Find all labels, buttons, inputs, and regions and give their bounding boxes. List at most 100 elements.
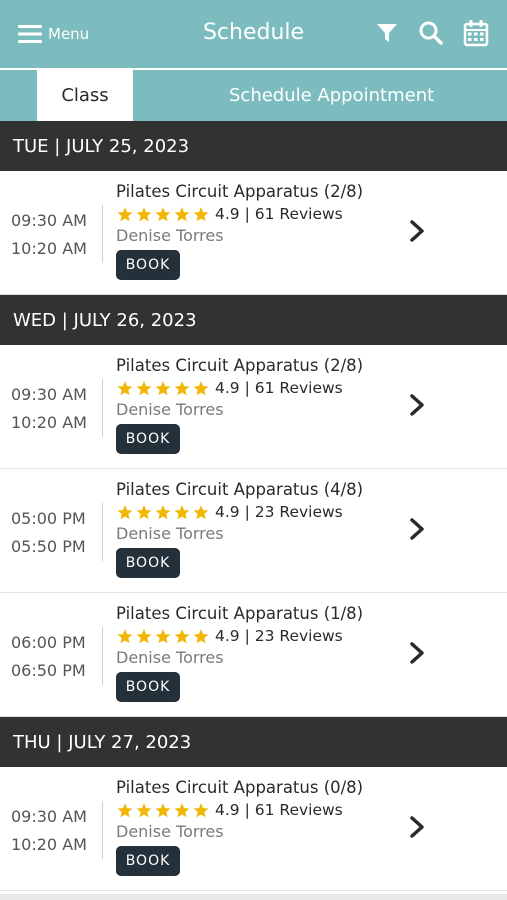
rating: 4.9 | 61 Reviews bbox=[116, 203, 447, 225]
instructor-name: Denise Torres bbox=[116, 822, 224, 841]
time-divider bbox=[102, 205, 103, 263]
star-icon bbox=[193, 504, 209, 519]
start-time: 06:00 PM bbox=[11, 633, 86, 652]
calendar-icon bbox=[463, 20, 489, 47]
class-row[interactable]: 06:00 PM 06:50 PM Pilates Circuit Appara… bbox=[0, 593, 507, 717]
instructor-name: Denise Torres bbox=[116, 524, 224, 543]
book-button[interactable]: BOOK bbox=[116, 846, 180, 876]
class-name: Pilates Circuit Apparatus (2/8) bbox=[116, 182, 364, 201]
time-divider bbox=[102, 379, 103, 437]
menu-label: Menu bbox=[48, 25, 90, 43]
time-divider bbox=[102, 503, 103, 561]
star-icon bbox=[174, 206, 190, 221]
bottom-divider bbox=[0, 894, 507, 900]
chevron-right-icon[interactable] bbox=[407, 641, 427, 665]
rating-text: 4.9 | 23 Reviews bbox=[215, 627, 343, 645]
start-time: 09:30 AM bbox=[11, 807, 87, 826]
book-button[interactable]: BOOK bbox=[116, 548, 180, 578]
chevron-right-icon[interactable] bbox=[407, 517, 427, 541]
class-name: Pilates Circuit Apparatus (4/8) bbox=[116, 480, 364, 499]
schedule-list: TUE | JULY 25, 2023 09:30 AM 10:20 AM Pi… bbox=[0, 121, 507, 891]
star-icon bbox=[136, 504, 152, 519]
class-info: Pilates Circuit Apparatus (4/8) 4.9 | 23… bbox=[116, 479, 447, 578]
book-button[interactable]: BOOK bbox=[116, 672, 180, 702]
search-button[interactable] bbox=[416, 18, 446, 48]
star-icon bbox=[136, 380, 152, 395]
star-rating bbox=[116, 628, 210, 645]
class-info: Pilates Circuit Apparatus (0/8) 4.9 | 61… bbox=[116, 777, 447, 876]
star-icon bbox=[155, 628, 171, 643]
class-info: Pilates Circuit Apparatus (2/8) 4.9 | 61… bbox=[116, 181, 447, 280]
tab-schedule-appointment[interactable]: Schedule Appointment bbox=[150, 70, 507, 121]
class-name: Pilates Circuit Apparatus (1/8) bbox=[116, 604, 364, 623]
instructor-name: Denise Torres bbox=[116, 648, 224, 667]
instructor-name: Denise Torres bbox=[116, 400, 224, 419]
chevron-right-icon[interactable] bbox=[407, 219, 427, 243]
start-time: 05:00 PM bbox=[11, 509, 86, 528]
chevron-right-icon[interactable] bbox=[407, 815, 427, 839]
class-times: 06:00 PM 06:50 PM bbox=[11, 629, 86, 684]
star-icon bbox=[155, 802, 171, 817]
rating-text: 4.9 | 23 Reviews bbox=[215, 503, 343, 521]
tab-class[interactable]: Class bbox=[37, 70, 133, 121]
app-header: Menu Schedule bbox=[0, 0, 507, 68]
class-info: Pilates Circuit Apparatus (2/8) 4.9 | 61… bbox=[116, 355, 447, 454]
rating: 4.9 | 61 Reviews bbox=[116, 799, 447, 821]
day-header: TUE | JULY 25, 2023 bbox=[0, 121, 507, 171]
rating-text: 4.9 | 61 Reviews bbox=[215, 801, 343, 819]
book-button[interactable]: BOOK bbox=[116, 424, 180, 454]
book-button[interactable]: BOOK bbox=[116, 250, 180, 280]
star-icon bbox=[155, 504, 171, 519]
star-icon bbox=[174, 802, 190, 817]
star-rating bbox=[116, 504, 210, 521]
class-name: Pilates Circuit Apparatus (2/8) bbox=[116, 356, 364, 375]
end-time: 10:20 AM bbox=[11, 238, 87, 258]
day-header: THU | JULY 27, 2023 bbox=[0, 717, 507, 767]
start-time: 09:30 AM bbox=[11, 211, 87, 230]
star-icon bbox=[193, 628, 209, 643]
class-name: Pilates Circuit Apparatus (0/8) bbox=[116, 778, 364, 797]
start-time: 09:30 AM bbox=[11, 385, 87, 404]
star-icon bbox=[117, 802, 133, 817]
chevron-right-icon[interactable] bbox=[407, 393, 427, 417]
search-icon bbox=[419, 21, 443, 45]
rating: 4.9 | 61 Reviews bbox=[116, 377, 447, 399]
star-icon bbox=[155, 380, 171, 395]
class-info: Pilates Circuit Apparatus (1/8) 4.9 | 23… bbox=[116, 603, 447, 702]
star-icon bbox=[155, 206, 171, 221]
menu-button[interactable]: Menu bbox=[18, 20, 89, 48]
time-divider bbox=[102, 801, 103, 859]
day-header: WED | JULY 26, 2023 bbox=[0, 295, 507, 345]
star-icon bbox=[117, 504, 133, 519]
star-icon bbox=[193, 802, 209, 817]
class-times: 09:30 AM 10:20 AM bbox=[11, 207, 87, 262]
rating-text: 4.9 | 61 Reviews bbox=[215, 205, 343, 223]
calendar-button[interactable] bbox=[461, 18, 491, 48]
class-row[interactable]: 05:00 PM 05:50 PM Pilates Circuit Appara… bbox=[0, 469, 507, 593]
star-icon bbox=[174, 628, 190, 643]
star-icon bbox=[136, 628, 152, 643]
end-time: 10:20 AM bbox=[11, 412, 87, 432]
star-icon bbox=[117, 628, 133, 643]
star-icon bbox=[117, 380, 133, 395]
star-icon bbox=[136, 206, 152, 221]
time-divider bbox=[102, 627, 103, 685]
class-row[interactable]: 09:30 AM 10:20 AM Pilates Circuit Appara… bbox=[0, 171, 507, 295]
end-time: 10:20 AM bbox=[11, 834, 87, 854]
star-icon bbox=[174, 504, 190, 519]
star-icon bbox=[193, 380, 209, 395]
filter-button[interactable] bbox=[372, 18, 402, 48]
class-row[interactable]: 09:30 AM 10:20 AM Pilates Circuit Appara… bbox=[0, 345, 507, 469]
star-icon bbox=[174, 380, 190, 395]
star-icon bbox=[193, 206, 209, 221]
star-rating bbox=[116, 802, 210, 819]
star-rating bbox=[116, 206, 210, 223]
star-rating bbox=[116, 380, 210, 397]
instructor-name: Denise Torres bbox=[116, 226, 224, 245]
rating: 4.9 | 23 Reviews bbox=[116, 625, 447, 647]
menu-icon bbox=[18, 25, 42, 43]
class-times: 09:30 AM 10:20 AM bbox=[11, 803, 87, 858]
filter-icon bbox=[377, 24, 397, 42]
class-row[interactable]: 09:30 AM 10:20 AM Pilates Circuit Appara… bbox=[0, 767, 507, 891]
end-time: 06:50 PM bbox=[11, 660, 86, 680]
